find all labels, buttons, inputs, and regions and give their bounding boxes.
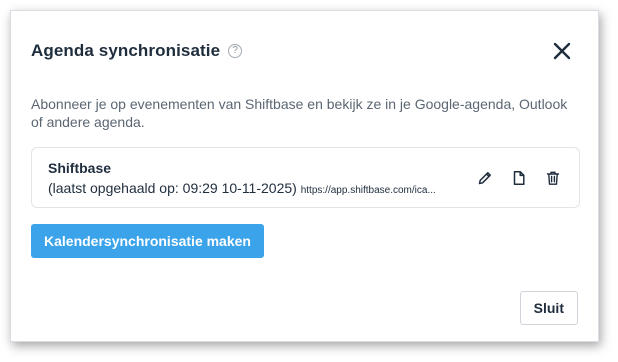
close-icon [553,42,571,60]
calendar-item-actions [476,169,561,186]
dialog-header: Agenda synchronisatie ? [31,39,243,63]
calendar-subscription-item: Shiftbase (laatst opgehaald op: 09:29 10… [31,147,580,208]
dialog-description: Abonneer je op evenementen van Shiftbase… [31,96,568,130]
delete-icon [546,171,559,185]
create-calendar-sync-button[interactable]: Kalendersynchronisatie maken [31,224,264,258]
dialog-title: Agenda synchronisatie [31,41,221,60]
copy-link-button[interactable] [510,169,527,186]
calendar-sync-dialog: Agenda synchronisatie ? Abonneer je op e… [10,10,599,342]
question-circle-icon[interactable]: ? [228,44,243,58]
edit-icon [478,171,491,184]
copy-file-icon [513,170,525,185]
calendar-item-last-fetched: (laatst opgehaald op: 09:29 10-11-2025) [48,180,297,196]
calendar-item-name: Shiftbase [48,160,112,176]
close-button[interactable] [552,41,572,61]
edit-button[interactable] [476,169,493,186]
close-dialog-button[interactable]: Sluit [519,291,578,325]
calendar-item-url[interactable]: https://app.shiftbase.com/ica... [301,185,436,196]
calendar-item-details: (laatst opgehaald op: 09:29 10-11-2025) … [48,180,468,196]
delete-button[interactable] [544,169,561,186]
